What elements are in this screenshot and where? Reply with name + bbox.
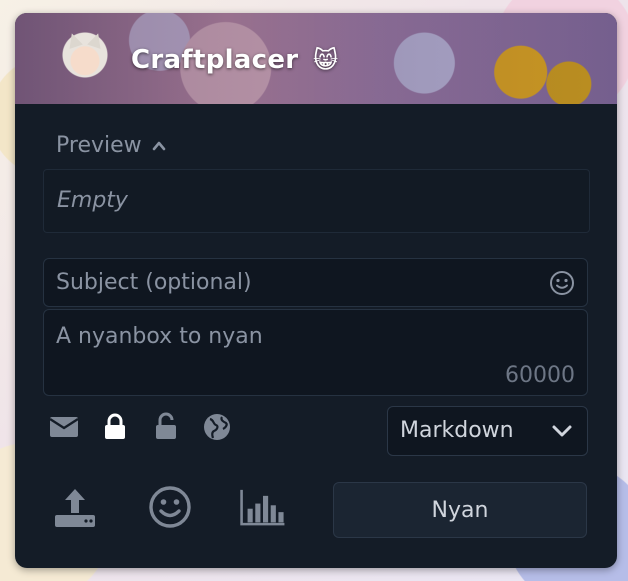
character-counter: 60000 xyxy=(505,363,575,388)
globe-icon[interactable] xyxy=(201,411,233,443)
avatar[interactable] xyxy=(61,31,109,79)
lock-icon[interactable] xyxy=(99,411,131,443)
format-select-value: Markdown xyxy=(400,418,514,443)
username-emoji: 😸 xyxy=(313,46,339,74)
preview-toggle[interactable]: Preview xyxy=(56,133,166,158)
post-form-panel: Craftplacer 😸 Preview Empty Subject (opt… xyxy=(15,13,617,568)
preview-label: Preview xyxy=(56,133,142,158)
preview-empty-text: Empty xyxy=(57,188,128,213)
username[interactable]: Craftplacer xyxy=(131,45,298,75)
poll-icon[interactable] xyxy=(239,483,287,531)
preview-box: Empty xyxy=(43,169,590,233)
subject-placeholder: Subject (optional) xyxy=(56,270,252,295)
chevron-up-icon xyxy=(152,141,165,150)
emoji-picker-icon[interactable] xyxy=(549,270,575,296)
post-body-textarea[interactable]: A nyanbox to nyan 60000 xyxy=(43,309,588,396)
post-body-placeholder: A nyanbox to nyan xyxy=(56,324,263,349)
submit-button[interactable]: Nyan xyxy=(333,482,587,538)
envelope-icon[interactable] xyxy=(48,411,80,443)
subject-input[interactable]: Subject (optional) xyxy=(43,258,588,307)
upload-icon[interactable] xyxy=(51,483,99,531)
format-select[interactable]: Markdown xyxy=(387,406,588,456)
emoji-icon[interactable] xyxy=(146,483,194,531)
unlock-icon[interactable] xyxy=(150,411,182,443)
chevron-down-icon xyxy=(552,425,572,437)
